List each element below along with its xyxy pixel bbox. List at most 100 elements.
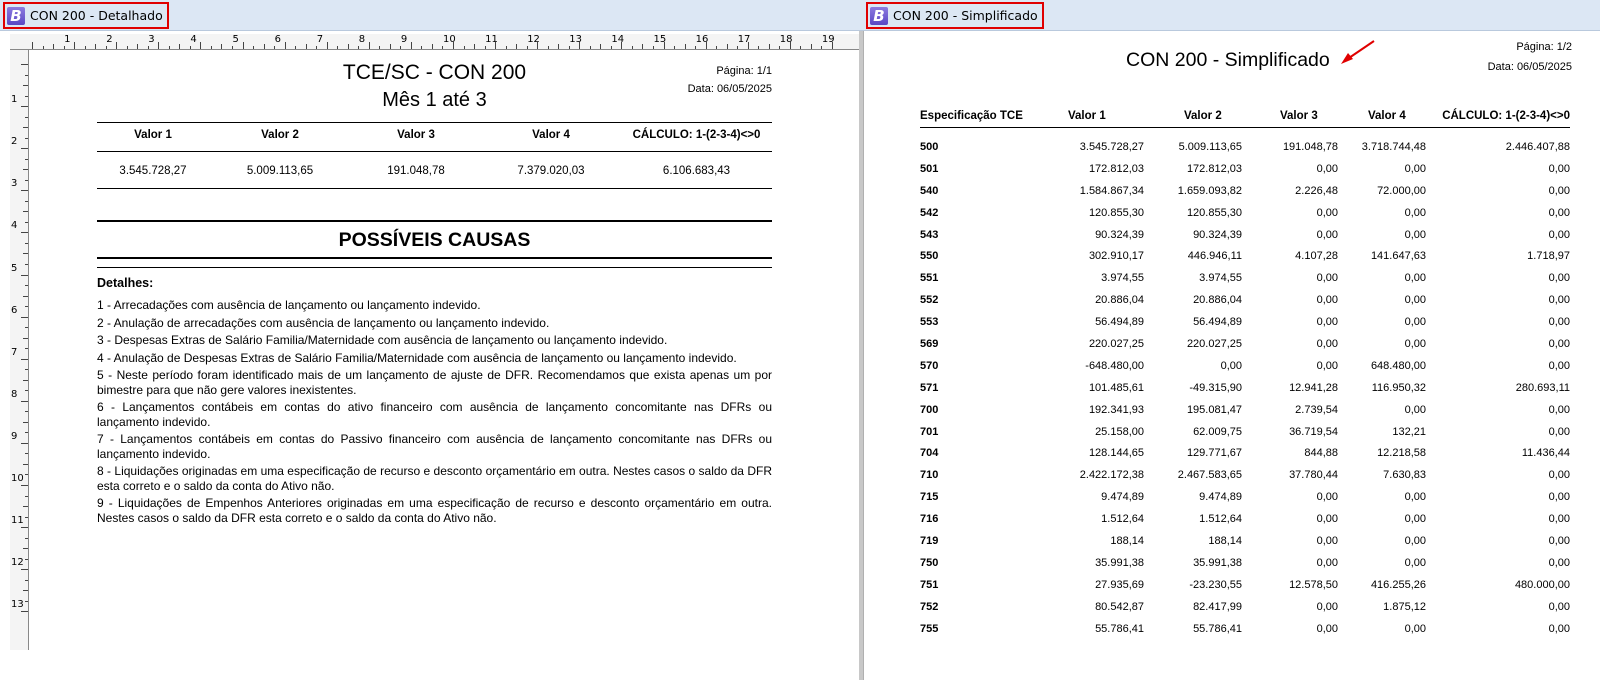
value-cell: -49.315,90: [1189, 381, 1242, 394]
value-cell: 0,00: [1548, 622, 1570, 635]
ruler-tick: [284, 42, 286, 49]
ruler-tick: [726, 44, 728, 49]
report-date: Data: 06/05/2025: [687, 83, 772, 95]
right-window-title-box[interactable]: B CON 200 - Simplificado: [866, 2, 1044, 29]
ruler-tick: [221, 44, 223, 49]
left-window-title-box[interactable]: B CON 200 - Detalhado: [3, 2, 169, 29]
value-cell: 416.255,26: [1370, 578, 1426, 591]
value-cell: 0,00: [1316, 556, 1338, 569]
ruler-tick: [25, 411, 28, 413]
summary-value-row: 3.545.728,27 5.009.113,65 191.048,78 7.3…: [97, 165, 772, 177]
ruler-number: 3: [148, 34, 155, 45]
ruler-tick: [737, 46, 739, 49]
report-subtitle: Mês 1 até 3: [382, 89, 487, 111]
spec-code-cell: 500: [920, 140, 939, 153]
ruler-tick: [21, 358, 28, 360]
cause-item: 5 - Neste período foram identificado mai…: [97, 368, 772, 397]
value-cell: 0,00: [1548, 162, 1570, 175]
ruler-tick: [25, 158, 28, 160]
value-cell: 12.941,28: [1289, 381, 1338, 394]
ruler-number: 11: [11, 515, 24, 527]
ruler-tick: [23, 506, 28, 508]
ruler-tick: [74, 42, 76, 49]
value-cell: 2.446.407,88: [1505, 140, 1570, 153]
summary-value-cell: 7.379.020,03: [517, 165, 585, 177]
ruler-tick: [358, 46, 360, 49]
value-cell: 36.719,54: [1289, 425, 1338, 438]
cause-item: 4 - Anulação de Despesas Extras de Salár…: [97, 350, 737, 365]
table-row: 719 188,14 188,14 0,00 0,00 0,00: [920, 530, 1570, 552]
ruler-number: 7: [11, 346, 18, 358]
ruler-tick: [42, 46, 44, 49]
ruler-tick: [23, 85, 28, 87]
value-cell: 2.422.172,38: [1079, 469, 1144, 482]
value-cell: 0,00: [1548, 359, 1570, 372]
summary-header-cell: CÁLCULO: 1-(2-3-4)<>0: [632, 129, 761, 141]
ruler-tick: [25, 74, 28, 76]
ruler-tick: [716, 46, 718, 49]
ruler-tick: [63, 46, 65, 49]
value-cell: 2.226,48: [1295, 184, 1338, 197]
summary-table: Valor 1 Valor 2 Valor 3 Valor 4 CÁLCULO:…: [97, 129, 772, 141]
value-cell: 1.875,12: [1383, 600, 1426, 613]
value-cell: 0,00: [1548, 425, 1570, 438]
column-header: Valor 3: [1280, 109, 1318, 122]
table-row: 551 3.974,55 3.974,55 0,00 0,00 0,00: [920, 267, 1570, 289]
simplificado-report-pane[interactable]: CON 200 - Simplificado Página: 1/2 Data:…: [863, 31, 1600, 680]
ruler-tick: [695, 46, 697, 49]
divider: [97, 267, 772, 268]
spec-code-cell: 710: [920, 469, 939, 482]
table-row: 701 25.158,00 62.009,75 36.719,54 132,21 0,00: [920, 421, 1570, 443]
details-label: Detalhes:: [97, 276, 154, 290]
ruler-tick: [821, 46, 823, 49]
ruler-tick: [600, 44, 602, 49]
value-cell: 12.578,50: [1289, 578, 1338, 591]
value-cell: 25.158,00: [1095, 425, 1144, 438]
spec-code-cell: 553: [920, 316, 939, 329]
ruler-tick: [23, 548, 28, 550]
detalhado-report-pane[interactable]: 1 2 3 4 5 6 7 8 9 10 11 12 13 14 15 16 17 18 19 1234567891…: [0, 31, 863, 680]
value-cell: 172.812,03: [1088, 162, 1144, 175]
ruler-tick: [242, 42, 244, 49]
column-header: Valor 4: [1368, 109, 1406, 122]
value-cell: 0,00: [1404, 534, 1426, 547]
value-cell: 280.693,11: [1515, 381, 1570, 394]
value-cell: 120.855,30: [1186, 206, 1242, 219]
value-cell: 0,00: [1548, 337, 1570, 350]
value-cell: 0,00: [1404, 491, 1426, 504]
ruler-tick: [389, 44, 391, 49]
value-cell: 0,00: [1404, 272, 1426, 285]
ruler-tick: [179, 44, 181, 49]
value-cell: 0,00: [1316, 206, 1338, 219]
ruler-tick: [23, 590, 28, 592]
value-cell: 0,00: [1316, 622, 1338, 635]
ruler-tick: [368, 42, 370, 49]
ruler-tick: [53, 44, 55, 49]
simplificado-title: CON 200 - Simplificado: [1126, 49, 1330, 71]
ruler-tick: [23, 295, 28, 297]
spec-code-cell: 716: [920, 513, 939, 526]
ruler-tick: [558, 44, 560, 49]
ruler-tick: [25, 453, 28, 455]
ruler-tick: [379, 46, 381, 49]
report-title: TCE/SC - CON 200: [342, 61, 527, 84]
ruler-number: 19: [821, 34, 835, 45]
value-cell: 0,00: [1548, 403, 1570, 416]
value-cell: 101.485,61: [1088, 381, 1144, 394]
value-cell: 195.081,47: [1186, 403, 1242, 416]
ruler-tick: [684, 44, 686, 49]
value-cell: 220.027,25: [1088, 337, 1144, 350]
spec-code-cell: 719: [920, 534, 939, 547]
value-cell: 0,00: [1316, 272, 1338, 285]
cause-item: 6 - Lançamentos contábeis em contas do a…: [97, 400, 772, 429]
ruler-tick: [147, 46, 149, 49]
value-cell: 1.584.867,34: [1079, 184, 1144, 197]
table-body: 500 3.545.728,27 5.009.113,65 191.048,78 3.7…: [920, 136, 1570, 639]
divider: [97, 257, 772, 259]
ruler-tick: [505, 46, 507, 49]
left-window-titlebar: B CON 200 - Detalhado: [0, 0, 863, 31]
value-cell: 0,00: [1220, 359, 1242, 372]
ruler-number: 12: [527, 34, 540, 45]
spec-code-cell: 700: [920, 403, 939, 416]
divider: [97, 122, 772, 123]
